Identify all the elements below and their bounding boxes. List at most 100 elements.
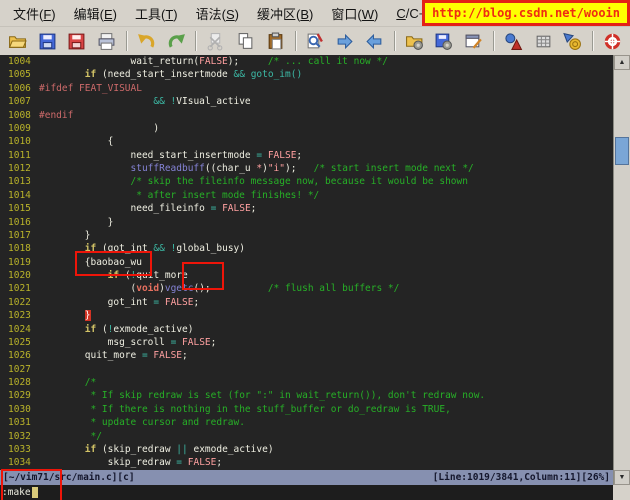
menu-item-t[interactable]: 工具(T) xyxy=(126,1,187,26)
line-number: 1025 xyxy=(8,336,31,348)
code-line[interactable]: 1032 */ xyxy=(0,430,613,443)
make-button[interactable] xyxy=(501,28,526,54)
code-line[interactable]: 1031 * update cursor and redraw. xyxy=(0,416,613,429)
save-all-button[interactable] xyxy=(64,28,89,54)
help-button[interactable] xyxy=(600,28,625,54)
code-line[interactable]: 1004 wait_return(FALSE); /* ... call it … xyxy=(0,55,613,68)
code-line[interactable]: 1029 * If skip redraw is set (for ":" in… xyxy=(0,389,613,402)
code-line[interactable]: 1006 #ifdef FEAT_VISUAL xyxy=(0,82,613,95)
code-token: FALSE xyxy=(199,56,228,67)
line-number: 1009 xyxy=(8,122,31,134)
code-token: ; xyxy=(210,336,217,348)
print-button[interactable] xyxy=(94,28,119,54)
code-line[interactable]: 1026 quit_more = FALSE; xyxy=(0,349,613,362)
code-line[interactable]: 1021 (void)vgetc(); /* flush all buffers… xyxy=(0,282,613,295)
code-line[interactable]: 1034 skip_redraw = FALSE; xyxy=(0,456,613,469)
scroll-down-arrow-icon[interactable]: ▼ xyxy=(614,470,630,485)
code-token: skip_redraw xyxy=(39,457,177,469)
line-number: 1034 xyxy=(8,457,31,469)
line-number: 1027 xyxy=(8,363,31,375)
line-number: 1018 xyxy=(8,243,31,255)
code-line[interactable]: 1023 } xyxy=(0,309,613,322)
code-line[interactable]: 1005 if (need_start_insertmode && goto_i… xyxy=(0,68,613,81)
toolbar xyxy=(0,27,630,55)
code-line[interactable]: 1028 /* xyxy=(0,376,613,389)
code-token: msg_scroll xyxy=(39,336,171,348)
find-prev-button[interactable] xyxy=(362,28,387,54)
scroll-up-arrow-icon[interactable]: ▲ xyxy=(614,55,630,70)
save-button[interactable] xyxy=(35,28,60,54)
run-ctags-button[interactable] xyxy=(531,28,556,54)
code-line[interactable]: 1025 msg_scroll = FALSE; xyxy=(0,336,613,349)
code-line[interactable]: 1024 if (!exmode_active) xyxy=(0,323,613,336)
line-number: 1030 xyxy=(8,403,31,415)
code-token: FALSE xyxy=(267,149,297,161)
line-number: 1024 xyxy=(8,323,31,335)
code-line[interactable]: 1033 if (skip_redraw || exmode_active) xyxy=(0,443,613,456)
code-line[interactable]: 1030 * If there is nothing in the stuff_… xyxy=(0,403,613,416)
line-number: 1033 xyxy=(8,443,31,455)
save-session-button[interactable] xyxy=(432,28,457,54)
redo-button[interactable] xyxy=(164,28,189,54)
code-line[interactable]: 1011 need_start_insertmode = FALSE; xyxy=(0,149,613,162)
undo-button[interactable] xyxy=(134,28,159,54)
line-number: 1015 xyxy=(8,203,31,215)
code-line[interactable]: 1015 need_fileinfo = FALSE; xyxy=(0,202,613,215)
code-line[interactable]: 1016 } xyxy=(0,216,613,229)
line-number: 1029 xyxy=(8,390,31,402)
cut-button[interactable] xyxy=(203,28,228,54)
code-line[interactable]: 1009 ) xyxy=(0,122,613,135)
find-replace-button[interactable] xyxy=(303,28,328,54)
code-line[interactable]: 1017 } xyxy=(0,229,613,242)
code-line[interactable]: 1013 /* skip the fileinfo message now, b… xyxy=(0,175,613,188)
menu-item-w[interactable]: 窗口(W) xyxy=(322,1,387,26)
code-line[interactable]: 1008 #endif xyxy=(0,109,613,122)
code-token: ); xyxy=(227,56,268,67)
code-line[interactable]: 1014 * after insert mode finishes! */ xyxy=(0,189,613,202)
open-button[interactable] xyxy=(5,28,30,54)
code-token: /* xyxy=(84,377,97,388)
menu-item-e[interactable]: 编辑(E) xyxy=(65,1,126,26)
run-script-button[interactable] xyxy=(461,28,486,54)
code-token: } xyxy=(39,229,91,241)
code-token: && ! xyxy=(153,96,177,108)
menu-item-s[interactable]: 语法(S) xyxy=(187,1,248,26)
code-line[interactable]: 1022 got_int = FALSE; xyxy=(0,296,613,309)
load-session-button[interactable] xyxy=(402,28,427,54)
code-token: got_int xyxy=(39,296,154,308)
line-number: 1007 xyxy=(8,96,31,108)
code-token: if xyxy=(84,443,97,455)
blog-url-badge[interactable]: http://blog.csdn.net/wooin xyxy=(422,0,630,26)
vertical-scrollbar[interactable]: ▲ ▼ xyxy=(613,55,630,485)
code-token: * update cursor and redraw. xyxy=(90,417,245,429)
tag-jump-button[interactable] xyxy=(560,28,585,54)
line-number: 1012 xyxy=(8,163,31,174)
line-number: 1013 xyxy=(8,176,31,188)
line-number: 1017 xyxy=(8,229,31,241)
copy-button[interactable] xyxy=(233,28,258,54)
code-line[interactable]: 1027 xyxy=(0,363,613,376)
find-prev-icon xyxy=(366,33,382,49)
run-ctags-icon xyxy=(536,35,550,47)
cut-icon xyxy=(207,32,223,50)
paste-button[interactable] xyxy=(263,28,288,54)
command-line[interactable]: :make xyxy=(0,485,613,500)
code-token: quit_more xyxy=(39,350,142,362)
code-line[interactable]: 1012 stuffReadbuff((char_u *)"i"); /* st… xyxy=(0,162,613,175)
scrollbar-thumb[interactable] xyxy=(615,137,629,165)
menu-item-f[interactable]: 文件(F) xyxy=(4,1,65,26)
code-line[interactable]: 1010 { xyxy=(0,135,613,148)
menu-item-b[interactable]: 缓冲区(B) xyxy=(248,1,322,26)
toolbar-separator xyxy=(493,31,496,51)
code-token: "i" xyxy=(267,163,285,174)
line-number: 1008 xyxy=(8,109,31,121)
code-token: ( xyxy=(39,283,137,295)
code-token: ; xyxy=(193,296,200,308)
find-next-button[interactable] xyxy=(332,28,357,54)
code-token: FALSE xyxy=(164,296,194,308)
code-line[interactable]: 1007 && !VIsual_active xyxy=(0,95,613,108)
